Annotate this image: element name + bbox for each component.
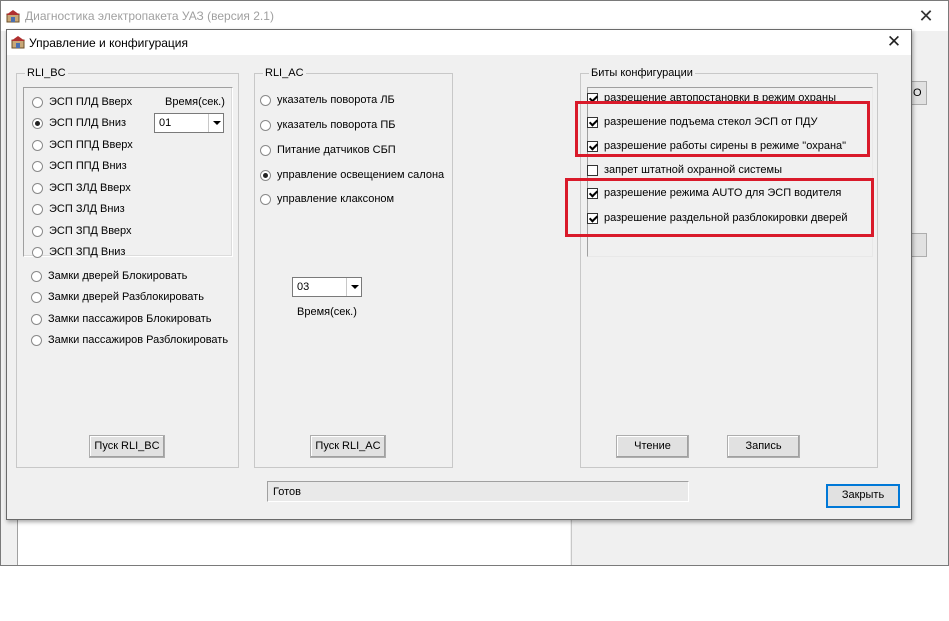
dialog-title-bar: Управление и конфигурация ✕ bbox=[7, 30, 911, 55]
config-bits-legend: Биты конфигурации bbox=[589, 67, 695, 80]
start-rli-bc-button[interactable]: Пуск RLI_BC bbox=[89, 435, 165, 458]
radio-doors-unlock[interactable]: Замки дверей Разблокировать bbox=[31, 289, 204, 305]
radio-esp-ppd-up[interactable]: ЭСП ППД Вверх bbox=[32, 137, 133, 153]
rli-ac-time-value: 03 bbox=[297, 281, 310, 293]
radio-button[interactable] bbox=[31, 291, 42, 303]
radio-esp-ppd-down[interactable]: ЭСП ППД Вниз bbox=[32, 158, 127, 174]
radio-cabin-lighting[interactable]: управление освещением салона bbox=[260, 167, 444, 183]
read-button[interactable]: Чтение bbox=[616, 435, 689, 458]
chevron-down-icon[interactable] bbox=[346, 278, 361, 296]
radio-button[interactable] bbox=[32, 160, 43, 172]
radio-button[interactable] bbox=[32, 225, 43, 237]
main-window-title: Диагностика электропакета УАЗ (версия 2.… bbox=[25, 9, 274, 23]
dialog-app-icon bbox=[11, 35, 25, 52]
radio-esp-zpd-down[interactable]: ЭСП ЗПД Вниз bbox=[32, 244, 125, 260]
close-dialog-button[interactable]: Закрыть bbox=[826, 484, 900, 508]
radio-passengers-unlock[interactable]: Замки пассажиров Разблокировать bbox=[31, 332, 228, 348]
radio-button[interactable] bbox=[31, 313, 42, 325]
start-rli-ac-button[interactable]: Пуск RLI_AC bbox=[310, 435, 386, 458]
rli-bc-window-box: ЭСП ПЛД Вверх ЭСП ПЛД Вниз ЭСП ППД Вверх… bbox=[23, 87, 233, 260]
radio-turn-signal-left[interactable]: указатель поворота ЛБ bbox=[260, 92, 395, 108]
rli-ac-group: RLI_AC указатель поворота ЛБ указатель п… bbox=[254, 67, 453, 468]
radio-button[interactable] bbox=[32, 96, 43, 108]
rli-bc-time-select[interactable]: 01 bbox=[154, 113, 224, 133]
radio-button[interactable] bbox=[260, 119, 271, 131]
radio-esp-zld-down[interactable]: ЭСП ЗЛД Вниз bbox=[32, 201, 125, 217]
main-close-button[interactable]: ✕ bbox=[904, 1, 948, 31]
main-partial-button[interactable]: О bbox=[911, 81, 927, 105]
dialog-title: Управление и конфигурация bbox=[29, 36, 189, 50]
main-partial-button-2[interactable] bbox=[911, 233, 927, 257]
rli-ac-legend: RLI_AC bbox=[263, 67, 306, 80]
rli-bc-group: RLI_BC ЭСП ПЛД Вверх ЭСП ПЛД Вниз ЭСП ПП… bbox=[16, 67, 239, 468]
radio-button[interactable] bbox=[32, 203, 43, 215]
radio-button[interactable] bbox=[32, 182, 43, 194]
status-text: Готов bbox=[273, 486, 301, 498]
status-field: Готов bbox=[267, 481, 689, 502]
rli-bc-time-value: 01 bbox=[159, 117, 172, 129]
checkbox[interactable] bbox=[587, 164, 598, 176]
radio-sbp-sensors-power[interactable]: Питание датчиков СБП bbox=[260, 142, 396, 158]
radio-button[interactable] bbox=[260, 144, 271, 156]
radio-horn-control[interactable]: управление клаксоном bbox=[260, 191, 394, 207]
radio-esp-pld-up[interactable]: ЭСП ПЛД Вверх bbox=[32, 94, 132, 110]
radio-button[interactable] bbox=[260, 94, 271, 106]
cb-disable-stock-alarm[interactable]: запрет штатной охранной системы bbox=[587, 162, 782, 178]
radio-button[interactable] bbox=[31, 334, 42, 346]
rli-ac-time-select[interactable]: 03 bbox=[292, 277, 362, 297]
radio-turn-signal-right[interactable]: указатель поворота ПБ bbox=[260, 117, 395, 133]
radio-button[interactable] bbox=[32, 139, 43, 151]
radio-doors-lock[interactable]: Замки дверей Блокировать bbox=[31, 268, 187, 284]
radio-button[interactable] bbox=[31, 270, 42, 282]
radio-button-selected[interactable] bbox=[32, 117, 43, 129]
radio-esp-zld-up[interactable]: ЭСП ЗЛД Вверх bbox=[32, 180, 131, 196]
chevron-down-icon[interactable] bbox=[208, 114, 223, 132]
highlight-box-remote-siren bbox=[575, 101, 870, 157]
radio-button-selected[interactable] bbox=[260, 169, 271, 181]
dialog-close-button[interactable]: ✕ bbox=[881, 30, 907, 55]
main-right-area bbox=[571, 519, 948, 565]
rli-bc-time-label: Время(сек.) bbox=[165, 96, 225, 108]
rli-bc-legend: RLI_BC bbox=[25, 67, 68, 80]
radio-button[interactable] bbox=[260, 193, 271, 205]
radio-esp-zpd-up[interactable]: ЭСП ЗПД Вверх bbox=[32, 223, 132, 239]
write-button[interactable]: Запись bbox=[727, 435, 800, 458]
app-icon bbox=[6, 9, 20, 26]
rli-ac-time-label: Время(сек.) bbox=[297, 306, 357, 318]
main-title-bar: Диагностика электропакета УАЗ (версия 2.… bbox=[1, 1, 948, 31]
highlight-box-auto-unlock bbox=[565, 178, 874, 237]
main-list-area bbox=[17, 519, 570, 565]
radio-esp-pld-down[interactable]: ЭСП ПЛД Вниз bbox=[32, 115, 126, 131]
radio-passengers-lock[interactable]: Замки пассажиров Блокировать bbox=[31, 311, 211, 327]
radio-button[interactable] bbox=[32, 246, 43, 258]
